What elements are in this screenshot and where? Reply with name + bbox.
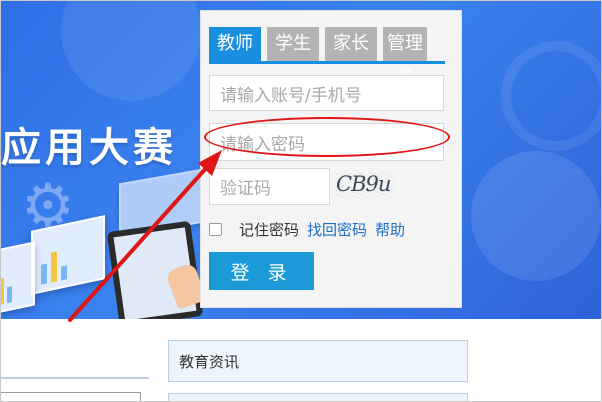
panel-box — [1, 392, 141, 401]
login-button[interactable]: 登 录 — [209, 252, 314, 290]
help-link[interactable]: 帮助 — [375, 219, 405, 240]
page-frame: ⚙ ⚙ 应用大赛 教师 学生 家长 管理员 请输入账号/手机号 请输入密码 验证… — [0, 0, 602, 402]
banner-screen-illustration — [1, 241, 35, 315]
banner-decor-ring — [501, 41, 601, 151]
tab-admin[interactable]: 管理员 — [383, 27, 427, 88]
forgot-password-link[interactable]: 找回密码 — [307, 219, 367, 240]
remember-row: 记住密码 找回密码 帮助 — [209, 219, 405, 239]
banner-decor-circle — [61, 1, 201, 101]
tab-student[interactable]: 学生 — [267, 27, 319, 61]
divider — [1, 377, 149, 379]
banner-decor-circle — [471, 151, 601, 281]
highlight-ellipse — [204, 117, 450, 157]
news-section-header: 教育资讯 — [168, 340, 468, 382]
remember-checkbox[interactable] — [209, 222, 222, 236]
captcha-image[interactable]: CB9u — [336, 172, 394, 198]
remember-label: 记住密码 — [239, 220, 300, 239]
tab-parent[interactable]: 家长 — [325, 27, 377, 61]
banner-title: 应用大赛 — [1, 125, 177, 171]
tab-teacher[interactable]: 教师 — [209, 27, 261, 61]
role-tabs: 教师 学生 家长 管理员 — [209, 27, 427, 88]
tabs-underline — [209, 61, 445, 64]
captcha-input[interactable]: 验证码 — [209, 168, 330, 205]
news-section-box — [168, 393, 468, 401]
account-input[interactable]: 请输入账号/手机号 — [209, 75, 444, 111]
